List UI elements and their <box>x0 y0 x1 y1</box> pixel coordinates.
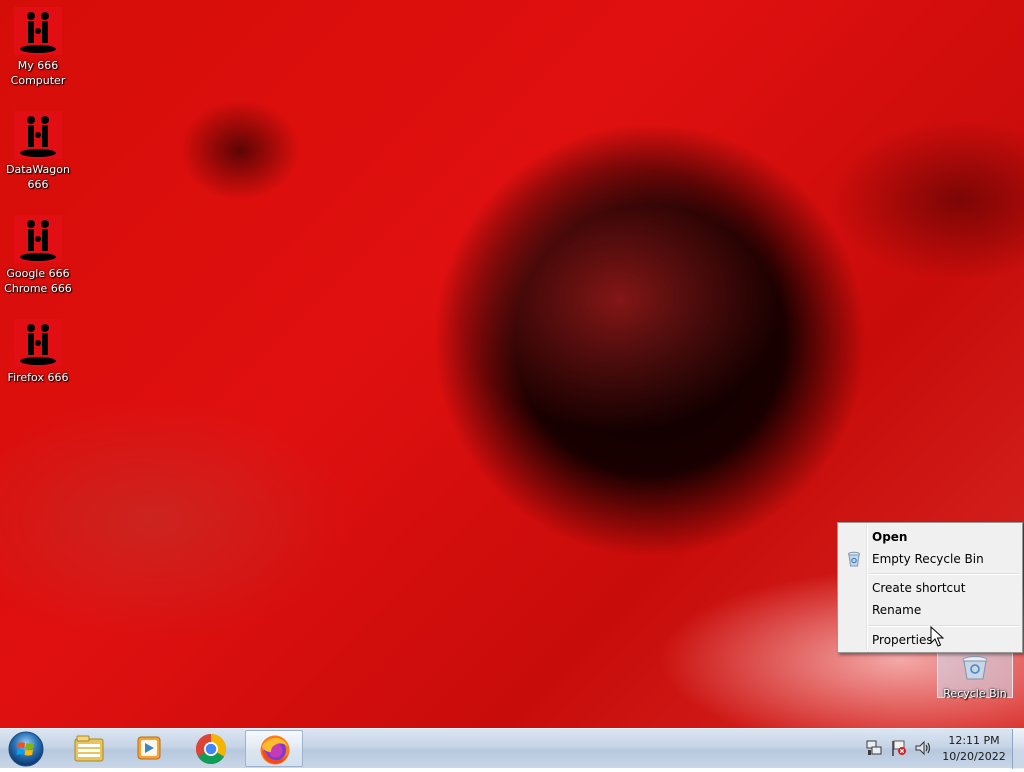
devil-app-icon <box>14 111 62 159</box>
windows-orb-icon <box>8 731 44 767</box>
recycle-bin-small-icon <box>846 551 862 567</box>
menu-item-empty-recycle-bin[interactable]: Empty Recycle Bin <box>840 548 1020 570</box>
menu-item-open[interactable]: Open <box>840 526 1020 548</box>
menu-item-create-shortcut[interactable]: Create shortcut <box>840 577 1020 599</box>
taskbar-clock[interactable]: 12:11 PM 10/20/2022 <box>940 733 1008 765</box>
clock-date: 10/20/2022 <box>942 750 1006 763</box>
menu-item-label: Empty Recycle Bin <box>872 552 984 566</box>
taskbar-windows-explorer[interactable] <box>60 730 118 767</box>
menu-item-label: Properties <box>872 633 933 647</box>
desktop-icon-google-chrome[interactable]: Google 666 Chrome 666 <box>2 215 74 296</box>
desktop-icon-label: Google 666 <box>6 267 70 280</box>
desktop-icon-label: Firefox 666 <box>7 371 69 384</box>
show-desktop-button[interactable] <box>1012 729 1024 769</box>
volume-icon[interactable] <box>914 739 932 757</box>
devil-app-icon <box>14 319 62 367</box>
desktop-icon-label: Computer <box>10 74 66 87</box>
media-player-icon <box>137 736 161 760</box>
menu-item-label: Create shortcut <box>872 581 966 595</box>
clock-time: 12:11 PM <box>948 734 1000 747</box>
taskbar-google-chrome[interactable] <box>182 730 240 767</box>
desktop-icon-label: Chrome 666 <box>4 282 72 295</box>
desktop-icon-my-computer[interactable]: My 666 Computer <box>2 7 74 88</box>
taskbar: 12:11 PM 10/20/2022 <box>0 728 1024 769</box>
desktop-icon-firefox[interactable]: Firefox 666 <box>2 319 74 385</box>
recycle-bin-icon <box>958 655 992 681</box>
menu-separator <box>868 625 1020 627</box>
menu-item-rename[interactable]: Rename <box>840 599 1020 621</box>
action-center-flag-icon[interactable] <box>890 739 908 757</box>
menu-item-label: Open <box>872 530 908 544</box>
desktop[interactable]: My 666 Computer DataWagon 666 Google 666 <box>0 0 1024 728</box>
mouse-cursor-icon <box>930 626 944 647</box>
desktop-icon-datawagon[interactable]: DataWagon 666 <box>2 111 74 192</box>
desktop-icon-recycle-bin[interactable]: Recycle Bin <box>937 651 1013 700</box>
taskbar-firefox[interactable] <box>245 730 303 767</box>
network-icon[interactable] <box>865 739 883 757</box>
recycle-bin-label: Recycle Bin <box>943 687 1007 700</box>
desktop-icon-label: My 666 <box>17 59 59 72</box>
devil-app-icon <box>14 7 62 55</box>
menu-item-label: Rename <box>872 603 922 617</box>
folder-icon <box>74 735 104 762</box>
taskbar-windows-media-player[interactable] <box>120 730 178 767</box>
start-button[interactable] <box>6 730 46 768</box>
menu-separator <box>868 573 1020 575</box>
desktop-icon-label: 666 <box>27 178 49 191</box>
devil-app-icon <box>14 215 62 263</box>
firefox-icon <box>260 735 290 765</box>
desktop-icon-label: DataWagon <box>6 163 70 176</box>
chrome-icon <box>195 734 227 765</box>
